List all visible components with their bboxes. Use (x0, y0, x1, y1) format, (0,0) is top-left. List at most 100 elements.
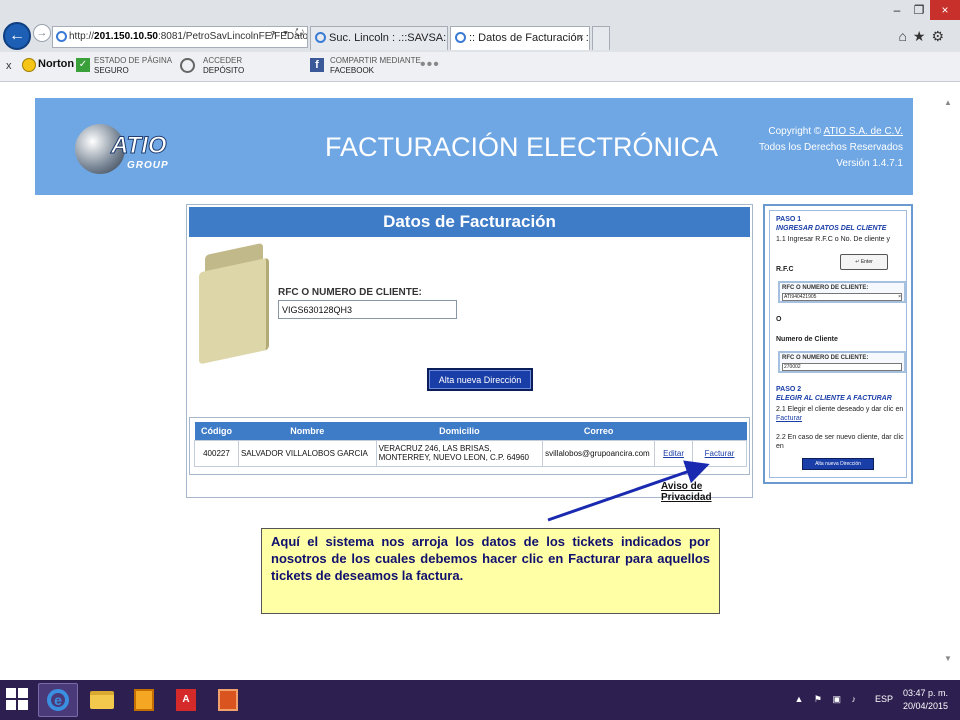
scroll-up-icon[interactable]: ▲ (944, 98, 952, 107)
copyright-prefix: Copyright © (768, 126, 824, 137)
rfc-input[interactable] (278, 300, 457, 319)
annotation-arrow (547, 460, 710, 522)
presentation-icon (218, 689, 238, 711)
tab-datos-facturacion[interactable]: :: Datos de Facturación :: × (450, 26, 590, 50)
folder-icon (197, 242, 281, 365)
address-tools[interactable]: ⌕ ▾ ↻ (270, 27, 306, 40)
acrobat-icon: A (176, 689, 196, 711)
browser-titlebar: ← → http://201.150.10.50:8081/PetroSavLi… (0, 0, 960, 52)
help-sidebar: PASO 1 INGRESAR DATOS DEL CLIENTE 1.1 In… (763, 204, 913, 484)
help-step-2-2: 2.2 En caso de ser nuevo cliente, dar cl… (776, 434, 904, 450)
page-status-value: SEGURO (94, 66, 129, 75)
help-inner-frame: PASO 1 INGRESAR DATOS DEL CLIENTE 1.1 In… (769, 210, 907, 478)
help-numero-cliente: Numero de Cliente (776, 336, 838, 343)
taskbar-clock[interactable]: 03:47 p. m. 20/04/2015 (903, 687, 948, 713)
banner-title: FACTURACIÓN ELECTRÓNICA (325, 132, 719, 162)
forward-button[interactable]: → (33, 24, 51, 42)
page-status-label: ESTADO DE PÁGINA (94, 56, 173, 65)
facturar-link[interactable]: Facturar (705, 449, 735, 458)
close-window-button[interactable]: × (930, 0, 960, 20)
folder-icon (90, 691, 114, 709)
tab-suc-lincoln[interactable]: Suc. Lincoln : .::SAVSA::. (310, 26, 448, 50)
site-banner: ATIO GROUP FACTURACIÓN ELECTRÓNICA Copyr… (35, 98, 913, 195)
back-button[interactable]: ← (3, 22, 31, 50)
col-domicilio: Domicilio (376, 422, 543, 440)
address-prefix: http:// (69, 31, 95, 42)
share-facebook-item[interactable]: COMPARTIR MEDIANTE FACEBOOK (330, 56, 421, 76)
new-tab-button[interactable] (592, 26, 610, 50)
cell-codigo: 400227 (194, 439, 239, 467)
version-text: Versión 1.4.7.1 (836, 158, 903, 169)
toolbar-close-icon[interactable]: x (6, 60, 12, 72)
norton-logo[interactable]: Norton (22, 58, 74, 74)
system-tray-icons[interactable]: ▲ ⚑ ▣ ♪ (795, 694, 860, 705)
minimize-button[interactable]: – (886, 0, 908, 20)
norton-toolbar: x Norton ✓ ESTADO DE PÁGINA SEGURO ACCED… (0, 52, 960, 82)
rfc-label: RFC O NUMERO DE CLIENTE: (278, 287, 422, 298)
help-or: O (776, 316, 782, 323)
tab-label: Suc. Lincoln : .::SAVSA::. (329, 32, 448, 44)
help-paso2-label: PASO 2 (776, 386, 802, 393)
restore-button[interactable]: ❐ (908, 0, 930, 20)
cell-domicilio: VERACRUZ 246, LAS BRISAS, MONTERREY, NUE… (375, 439, 544, 467)
arrow-left-icon: ← (9, 27, 25, 44)
scroll-down-icon[interactable]: ▼ (944, 654, 952, 663)
arrow-right-icon: → (36, 27, 48, 39)
table-header-row: Código Nombre Domicilio Correo (194, 422, 747, 440)
alta-nueva-direccion-button[interactable]: Alta nueva Dirección (427, 368, 533, 391)
help-paso2: PASO 2 ELEGIR AL CLIENTE A FACTURAR (776, 385, 892, 403)
help-alta-button-example: Alta nueva Dirección (802, 458, 874, 470)
logo-text: ATIO (111, 132, 168, 160)
col-codigo: Código (194, 422, 239, 440)
col-editar (654, 422, 693, 440)
help-box-label: RFC O NUMERO DE CLIENTE: (782, 285, 869, 291)
share-value: FACEBOOK (330, 66, 375, 75)
help-paso2-title: ELEGIR AL CLIENTE A FACTURAR (776, 395, 892, 402)
home-favorites-settings-icons[interactable]: ⌂★⚙ (898, 28, 950, 45)
help-box-label: RFC O NUMERO DE CLIENTE: (782, 355, 869, 361)
help-rfc-label: R.F.C (776, 266, 794, 273)
enter-key-icon: ↵ Enter (840, 254, 888, 270)
taskbar-internet-explorer[interactable]: e (38, 683, 78, 717)
page-scrollbar[interactable]: ▲ ▼ (944, 98, 954, 670)
panel-title: Datos de Facturación (189, 207, 750, 237)
banner-copyright: Copyright © ATIO S.A. de C.V. Todos los … (759, 124, 903, 172)
taskbar-acrobat[interactable]: A (166, 683, 206, 717)
powerpoint-icon (134, 689, 154, 711)
secure-check-icon: ✓ (76, 58, 90, 72)
editar-link[interactable]: Editar (663, 449, 684, 458)
logo-subtext: GROUP (127, 160, 169, 171)
copyright-link[interactable]: ATIO S.A. de C.V. (824, 126, 903, 137)
atio-logo: ATIO GROUP (75, 120, 175, 176)
address-host: 201.150.10.50 (94, 31, 158, 42)
help-client-example: RFC O NUMERO DE CLIENTE: 270002 (778, 351, 906, 373)
window-controls: – ❐ × (886, 0, 960, 20)
norton-check-icon (22, 58, 36, 72)
clear-icon: × (898, 294, 901, 300)
tab-favicon-icon (315, 32, 326, 43)
rights-text: Todos los Derechos Reservados (759, 142, 903, 153)
taskbar-powerpoint[interactable] (124, 683, 164, 717)
billing-data-panel: Datos de Facturación RFC O NUMERO DE CLI… (186, 204, 753, 503)
col-correo: Correo (542, 422, 655, 440)
help-paso1-title: INGRESAR DATOS DEL CLIENTE (776, 225, 887, 232)
clock-date: 20/04/2015 (902, 701, 948, 711)
help-step-2-1: 2.1 Elegir el cliente deseado y dar clic… (776, 406, 904, 422)
access-value: DEPÓSITO (203, 66, 245, 75)
help-box-value: ATI940421905 × (782, 293, 902, 301)
cell-nombre: SALVADOR VILLALOBOS GARCIA (237, 439, 377, 467)
taskbar-file-explorer[interactable] (82, 683, 122, 717)
windows-taskbar: e A ▲ ⚑ ▣ ♪ ESP 03:47 p. m. 20/04/2015 (0, 680, 960, 720)
access-deposit-item[interactable]: ACCEDER DEPÓSITO (203, 56, 244, 76)
ie-page-icon (56, 31, 67, 42)
col-facturar (692, 422, 747, 440)
start-button[interactable] (6, 688, 28, 710)
annotation-callout: Aquí el sistema nos arroja los datos de … (261, 528, 720, 614)
help-facturar-link: Facturar (776, 415, 803, 422)
help-rfc-example: RFC O NUMERO DE CLIENTE: ATI940421905 × (778, 281, 906, 303)
more-options-icon[interactable]: ••• (420, 56, 440, 74)
language-indicator[interactable]: ESP (875, 694, 893, 704)
page-status-item[interactable]: ESTADO DE PÁGINA SEGURO (94, 56, 172, 76)
tab-close-icon[interactable]: × (578, 27, 584, 49)
taskbar-presentation[interactable] (208, 683, 248, 717)
